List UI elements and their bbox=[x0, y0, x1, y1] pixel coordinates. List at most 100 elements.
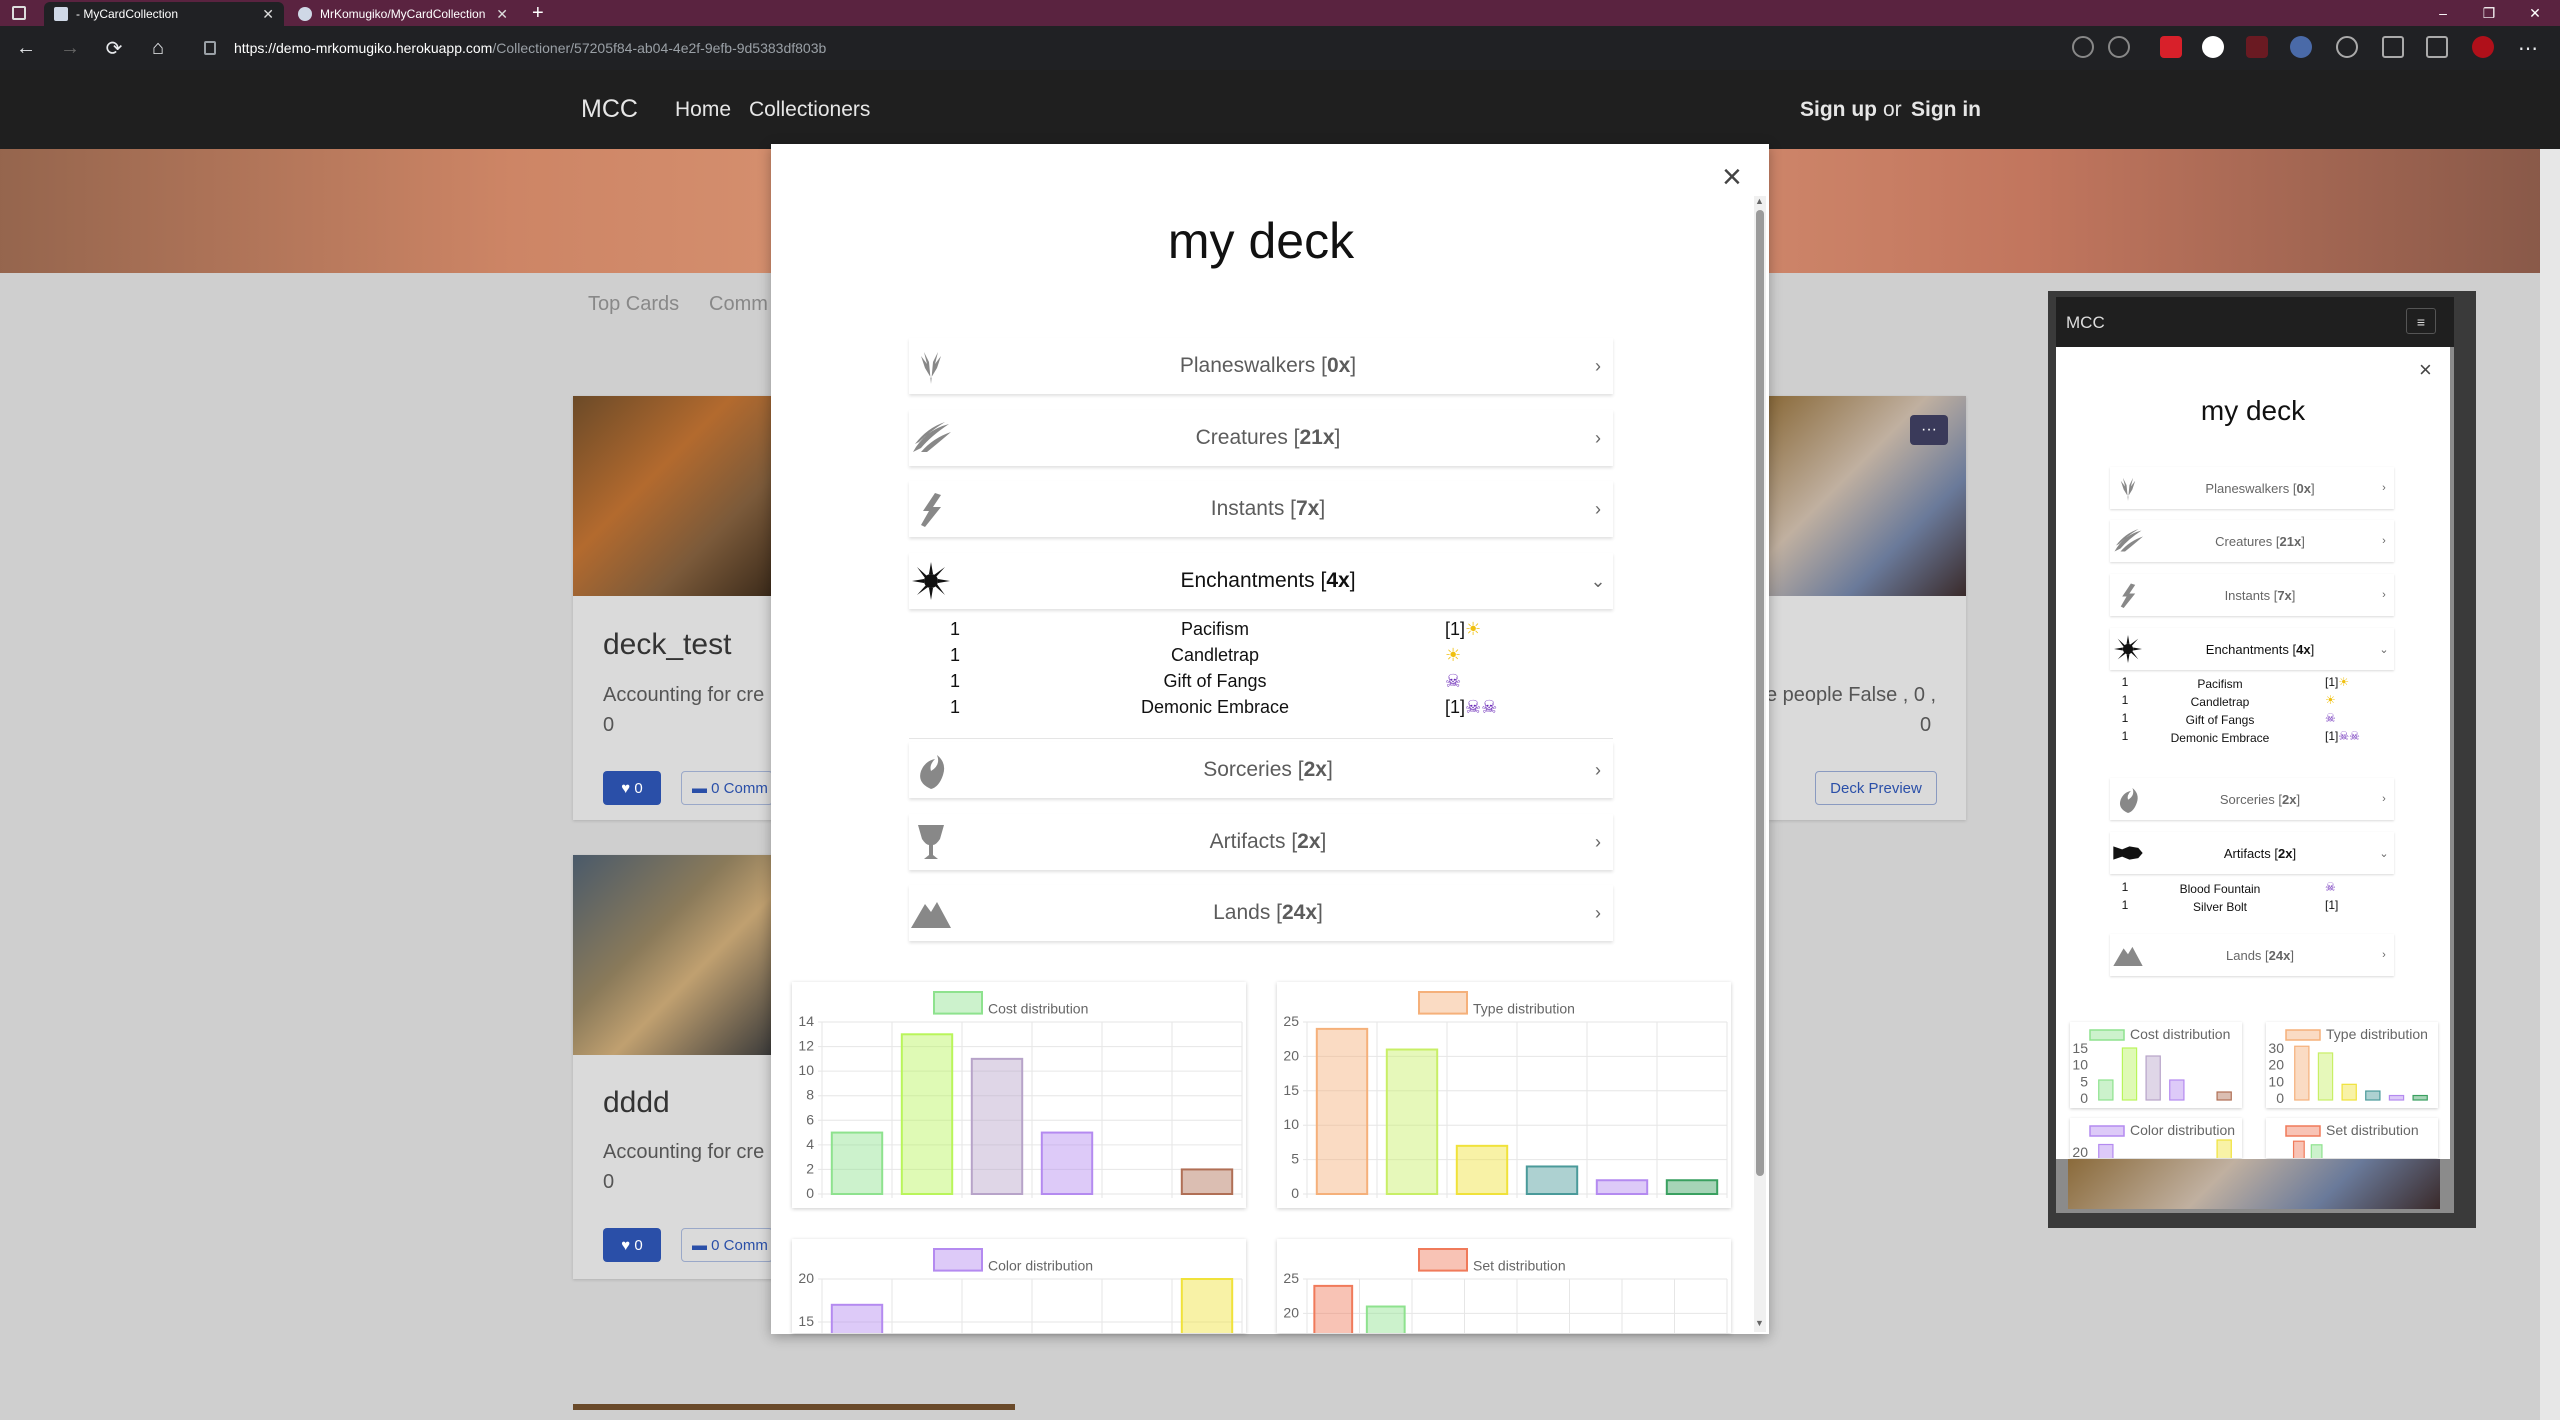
forward-icon[interactable]: → bbox=[58, 36, 82, 60]
adblock-icon[interactable] bbox=[2160, 36, 2182, 58]
mobile-card-row[interactable]: 1 Demonic Embrace [1]☠☠ bbox=[2115, 729, 2385, 747]
back-icon[interactable]: ← bbox=[14, 36, 38, 60]
mobile-section-instants[interactable]: Instants [7x] › bbox=[2110, 574, 2394, 616]
hamburger-icon[interactable]: ≡ bbox=[2406, 308, 2436, 334]
section-artifacts[interactable]: Artifacts [2x] › bbox=[909, 814, 1613, 870]
mobile-section-count: 21x bbox=[2279, 533, 2302, 549]
legend-label: Color distribution bbox=[2130, 1122, 2235, 1138]
chevron-right-icon: › bbox=[1595, 759, 1601, 780]
comments-button[interactable]: ▬ 0 Comm bbox=[681, 1228, 773, 1262]
mobile-section-planeswalkers[interactable]: Planeswalkers [0x] › bbox=[2110, 467, 2394, 509]
comment-icon: ▬ bbox=[692, 779, 712, 797]
mobile-card-row[interactable]: 1 Candletrap ☀ bbox=[2115, 693, 2385, 711]
reload-icon[interactable]: ⟳ bbox=[102, 36, 126, 60]
creature-icon bbox=[909, 416, 953, 460]
section-instants[interactable]: Instants [7x] › bbox=[909, 481, 1613, 537]
profile-avatar[interactable] bbox=[2472, 36, 2494, 58]
mobile-section-count: 0x bbox=[2296, 480, 2311, 496]
mobile-brand[interactable]: MCC bbox=[2066, 313, 2105, 333]
card-row[interactable]: 1 Pacifism [1]☀ bbox=[940, 619, 1560, 645]
mobile-close-icon[interactable]: × bbox=[2419, 357, 2432, 383]
section-planeswalkers[interactable]: Planeswalkers [0x] › bbox=[909, 338, 1613, 394]
mobile-card-row[interactable]: 1 Blood Fountain ☠ bbox=[2115, 880, 2385, 898]
comments-button[interactable]: ▬ 0 Comm bbox=[681, 771, 773, 805]
nav-collectioners[interactable]: Collectioners bbox=[749, 98, 870, 122]
nav-home[interactable]: Home bbox=[675, 98, 731, 122]
mobile-card-row[interactable]: 1 Gift of Fangs ☠ bbox=[2115, 711, 2385, 729]
y-tick-label: 10 bbox=[798, 1062, 814, 1078]
mobile-section-name: Enchantments bbox=[2205, 641, 2289, 657]
like-button[interactable]: ♥ 0 bbox=[603, 771, 661, 805]
signin-link[interactable]: Sign in bbox=[1911, 98, 1981, 122]
card-row[interactable]: 1 Candletrap ☀ bbox=[940, 645, 1560, 671]
deck-card-description: Accounting for cre bbox=[603, 1141, 765, 1163]
bar bbox=[2098, 1143, 2114, 1158]
legend-swatch bbox=[2089, 1029, 2125, 1041]
url-path: /Collectioner/57205f84-ab04-4e2f-9efb-9d… bbox=[492, 40, 827, 56]
legend-label: Set distribution bbox=[1473, 1258, 1566, 1274]
close-tab-icon[interactable]: ✕ bbox=[262, 6, 274, 23]
section-lands[interactable]: Lands [24x] › bbox=[909, 885, 1613, 941]
section-enchantments[interactable]: Enchantments [4x] ⌄ bbox=[909, 553, 1613, 609]
browser-tab[interactable]: MrKomugiko/MyCardCollection ✕ bbox=[288, 2, 518, 26]
card-menu-button[interactable]: ··· bbox=[1910, 415, 1948, 445]
mobile-section-sorceries[interactable]: Sorceries [2x] › bbox=[2110, 778, 2394, 820]
mobile-type-chart: Type distribution 3020100 bbox=[2268, 1026, 2428, 1106]
card-name: Candletrap bbox=[2190, 695, 2250, 709]
extension-icon[interactable] bbox=[2202, 36, 2224, 58]
card-mana-cost: [1]☀ bbox=[1445, 619, 1545, 640]
mobile-card-row[interactable]: 1 Pacifism [1]☀ bbox=[2115, 675, 2385, 693]
tab-top-cards[interactable]: Top Cards bbox=[588, 293, 679, 316]
more-icon[interactable]: ⋯ bbox=[2516, 36, 2540, 60]
section-sorceries[interactable]: Sorceries [2x] › bbox=[909, 742, 1613, 798]
scroll-down-icon[interactable]: ▼ bbox=[1755, 1318, 1764, 1328]
mobile-section-enchantments[interactable]: Enchantments [4x] ⌄ bbox=[2110, 628, 2394, 670]
card-qty: 1 bbox=[949, 645, 960, 665]
like-count: 0 bbox=[634, 1236, 643, 1254]
mobile-section-artifacts[interactable]: Artifacts [2x] ⌄ bbox=[2110, 832, 2394, 874]
extensions-puzzle-icon[interactable] bbox=[2336, 36, 2358, 58]
planeswalker-icon bbox=[2110, 470, 2146, 506]
comment-icon: ▬ bbox=[692, 1236, 712, 1254]
type-distribution-chart: Type distribution 0 5 10 15 20 25 bbox=[1283, 991, 1728, 1201]
mobile-section-lands[interactable]: Lands [24x] › bbox=[2110, 934, 2394, 976]
extension-icon[interactable] bbox=[2290, 36, 2312, 58]
read-aloud-icon[interactable] bbox=[2072, 36, 2094, 58]
deck-preview-button[interactable]: Deck Preview bbox=[1815, 771, 1937, 805]
favorites-icon[interactable] bbox=[2382, 36, 2404, 58]
lock-icon[interactable] bbox=[204, 41, 216, 55]
tab-comments[interactable]: Comm bbox=[709, 293, 768, 316]
close-window-icon[interactable]: ✕ bbox=[2512, 0, 2558, 26]
card-mana-cost: ☀ bbox=[2325, 693, 2385, 707]
section-label: Sorceries [2x] bbox=[1203, 758, 1333, 781]
favorite-icon[interactable] bbox=[2108, 36, 2130, 58]
restore-icon[interactable]: ❐ bbox=[2466, 0, 2512, 26]
minimize-icon[interactable]: – bbox=[2420, 0, 2466, 26]
modal-scrollbar-thumb[interactable] bbox=[1756, 210, 1764, 1176]
new-tab-button[interactable]: + bbox=[532, 2, 544, 25]
like-button[interactable]: ♥ 0 bbox=[603, 1228, 661, 1262]
home-icon[interactable]: ⌂ bbox=[146, 36, 170, 60]
card-row[interactable]: 1 Gift of Fangs ☠ bbox=[940, 671, 1560, 697]
signup-link[interactable]: Sign up bbox=[1800, 98, 1877, 122]
bar bbox=[1365, 1305, 1406, 1333]
card-qty: 1 bbox=[2121, 693, 2129, 707]
section-creatures[interactable]: Creatures [21x] › bbox=[909, 410, 1613, 466]
bar bbox=[1385, 1048, 1439, 1195]
collections-icon[interactable] bbox=[2426, 36, 2448, 58]
mobile-section-count: 24x bbox=[2268, 947, 2291, 963]
close-tab-icon[interactable]: ✕ bbox=[496, 6, 508, 23]
bar bbox=[2365, 1090, 2381, 1101]
card-name: Pacifism bbox=[2197, 677, 2243, 691]
tab-actions-icon[interactable] bbox=[12, 6, 26, 20]
address-bar[interactable]: https://demo-mrkomugiko.herokuapp.com/Co… bbox=[192, 33, 2042, 63]
mobile-section-creatures[interactable]: Creatures [21x] › bbox=[2110, 520, 2394, 562]
scroll-up-icon[interactable]: ▲ bbox=[1755, 196, 1764, 206]
close-icon[interactable]: × bbox=[1722, 158, 1742, 197]
card-row[interactable]: 1 Demonic Embrace [1]☠☠ bbox=[940, 697, 1560, 723]
black-mana-icon: ☠ bbox=[2325, 880, 2336, 894]
extension-icon[interactable] bbox=[2246, 36, 2268, 58]
site-brand[interactable]: MCC bbox=[581, 95, 638, 124]
browser-tab-active[interactable]: - MyCardCollection ✕ bbox=[44, 2, 284, 26]
mobile-card-row[interactable]: 1 Silver Bolt [1] bbox=[2115, 898, 2385, 916]
